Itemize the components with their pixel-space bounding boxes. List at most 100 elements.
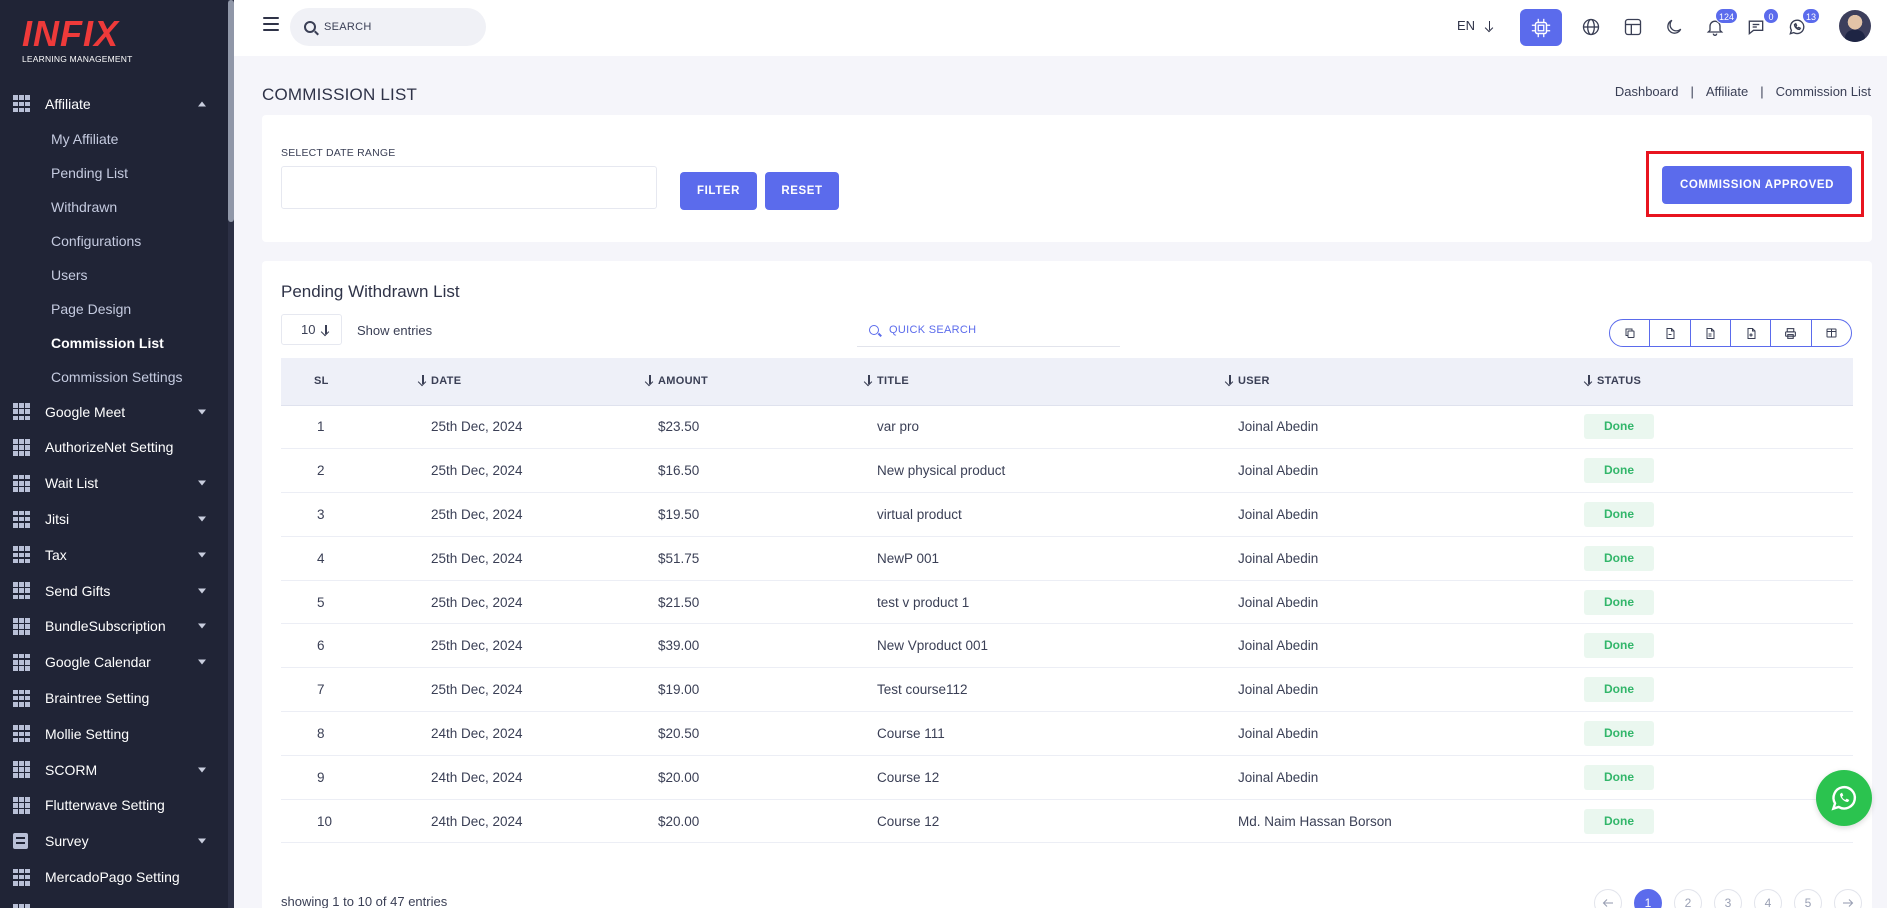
cell-status: Done [1584, 668, 1853, 712]
sidebar-item-braintree-setting[interactable]: Braintree Setting [0, 680, 228, 716]
sidebar-subitem-my-affiliate[interactable]: My Affiliate [0, 122, 228, 156]
grid-icon [13, 653, 30, 671]
sidebar-subitem-page-design[interactable]: Page Design [0, 292, 228, 326]
chat-icon[interactable]: 0 [1739, 8, 1779, 44]
print-icon[interactable] [1771, 320, 1812, 346]
columns-icon[interactable] [1812, 320, 1851, 346]
cell-user: Joinal Abedin [1238, 419, 1319, 435]
sidebar-subitem-users[interactable]: Users [0, 258, 228, 292]
sidebar-item-authorizenet-setting[interactable]: AuthorizeNet Setting [0, 430, 228, 466]
logo[interactable]: INFIX LEARNING MANAGEMENT [22, 16, 142, 65]
next-page-button[interactable] [1834, 889, 1862, 908]
breadcrumb-separator: | [1690, 84, 1694, 99]
grid-icon [13, 796, 30, 814]
table-row[interactable]: 6 25th Dec, 2024 $39.00 New Vproduct 001 Joi… [281, 624, 1853, 668]
table-row[interactable]: 2 25th Dec, 2024 $16.50 New physical produc… [281, 449, 1853, 493]
table-row[interactable]: 8 24th Dec, 2024 $20.50 Course 111 Joinal Ab… [281, 712, 1853, 756]
prev-page-button[interactable] [1594, 889, 1622, 908]
column-header-status[interactable]: STATUS [1584, 358, 1853, 406]
whatsapp-chat-button[interactable] [1816, 770, 1872, 826]
sidebar-item-google-meet[interactable]: Google Meet [0, 394, 228, 430]
quick-search-input[interactable]: QUICK SEARCH [857, 313, 1120, 347]
bell-icon[interactable]: 124 [1698, 8, 1738, 44]
sort-icon [1584, 375, 1593, 385]
whatsapp-icon[interactable]: 13 [1780, 8, 1820, 44]
menu-icon[interactable] [263, 17, 279, 31]
table-row[interactable]: 10 24th Dec, 2024 $20.00 Course 12 Md. Naim … [281, 799, 1853, 843]
page-button-4[interactable]: 4 [1754, 889, 1782, 908]
avatar[interactable] [1839, 10, 1871, 42]
page-button-5[interactable]: 5 [1794, 889, 1822, 908]
sidebar-item-jitsi[interactable]: Jitsi [0, 501, 228, 537]
breadcrumb-affiliate[interactable]: Affiliate [1706, 84, 1748, 99]
cell-sl: 7 [317, 682, 325, 698]
globe-icon[interactable] [1574, 10, 1608, 44]
sort-icon [418, 375, 427, 385]
cell-user: Joinal Abedin [1238, 594, 1319, 610]
cell-status: Done [1584, 755, 1853, 799]
filter-button[interactable]: FILTER [680, 172, 757, 210]
table-row[interactable]: 7 25th Dec, 2024 $19.00 Test course112 Joina… [281, 668, 1853, 712]
pdf-icon[interactable] [1731, 320, 1772, 346]
grid-icon [13, 761, 30, 779]
table-row[interactable]: 5 25th Dec, 2024 $21.50 test v product 1 Joi… [281, 580, 1853, 624]
column-header-amount[interactable]: AMOUNT [603, 358, 822, 406]
cell-status: Done [1584, 799, 1853, 843]
copy-icon[interactable] [1610, 320, 1651, 346]
search-icon [869, 324, 879, 335]
sidebar-item-label: BundleSubscription [45, 618, 166, 635]
commission-approved-button[interactable]: COMMISSION APPROVED [1662, 166, 1852, 204]
chevron-down-icon [198, 623, 206, 629]
sidebar-subitem-pending-list[interactable]: Pending List [0, 156, 228, 190]
sidebar-item-flutterwave-setting[interactable]: Flutterwave Setting [0, 788, 228, 824]
sidebar-item-skill-and-pathway[interactable]: Skill And Pathway [0, 895, 228, 908]
date-range-input[interactable] [281, 166, 657, 209]
sidebar-item-survey[interactable]: Survey [0, 823, 228, 859]
cell-status: Done [1584, 536, 1853, 580]
table-row[interactable]: 3 25th Dec, 2024 $19.50 virtual product Join… [281, 493, 1853, 537]
sidebar-item-bundlesubscription[interactable]: BundleSubscription [0, 609, 228, 645]
quick-search-placeholder: QUICK SEARCH [889, 323, 977, 336]
cell-date: 25th Dec, 2024 [431, 682, 523, 698]
cell-amount: $20.00 [658, 813, 700, 829]
csv-icon[interactable] [1650, 320, 1691, 346]
column-header-user[interactable]: USER [1184, 358, 1584, 406]
chip-icon[interactable] [1520, 9, 1562, 46]
sidebar-item-scorm[interactable]: SCORM [0, 752, 228, 788]
page-button-1[interactable]: 1 [1634, 889, 1662, 908]
page-button-3[interactable]: 3 [1714, 889, 1742, 908]
page-size-select[interactable]: 10 [281, 314, 342, 345]
table-row[interactable]: 4 25th Dec, 2024 $51.75 NewP 001 Joinal Abed… [281, 536, 1853, 581]
page-button-2[interactable]: 2 [1674, 889, 1702, 908]
sidebar-item-tax[interactable]: Tax [0, 537, 228, 573]
table-row[interactable]: 1 25th Dec, 2024 $23.50 var pro Joinal Abedi… [281, 405, 1853, 449]
column-header-date[interactable]: DATE [351, 358, 603, 406]
cell-user: Md. Naim Hassan Borson [1238, 813, 1392, 829]
list-card: Pending Withdrawn List 10 Show entries Q… [262, 261, 1872, 908]
moon-icon[interactable] [1657, 10, 1691, 44]
sidebar-subitem-commission-list[interactable]: Commission List [0, 326, 228, 360]
logo-subtitle: LEARNING MANAGEMENT [22, 54, 133, 64]
sidebar-item-mercadopago-setting[interactable]: MercadoPago Setting [0, 859, 228, 895]
sidebar-item-google-calendar[interactable]: Google Calendar [0, 644, 228, 680]
language-selector[interactable]: EN [1457, 18, 1494, 33]
column-header-title[interactable]: TITLE [822, 358, 1184, 406]
sidebar-item-send-gifts[interactable]: Send Gifts [0, 573, 228, 609]
search-input[interactable]: SEARCH [290, 8, 486, 46]
sidebar-item-wait-list[interactable]: Wait List [0, 465, 228, 501]
cell-sl: 6 [317, 638, 325, 654]
sidebar-subitem-commission-settings[interactable]: Commission Settings [0, 360, 228, 394]
sidebar-scrollbar[interactable] [228, 0, 234, 908]
grid-icon [13, 904, 30, 908]
column-header-sl[interactable]: SL [281, 358, 351, 406]
notification-badge: 124 [1714, 8, 1738, 24]
sidebar-subitem-configurations[interactable]: Configurations [0, 224, 228, 258]
layout-icon[interactable] [1616, 10, 1650, 44]
breadcrumb-dashboard[interactable]: Dashboard [1615, 84, 1679, 99]
sidebar-item-affiliate[interactable]: Affiliate [0, 86, 228, 122]
reset-button[interactable]: RESET [765, 172, 839, 210]
table-row[interactable]: 9 24th Dec, 2024 $20.00 Course 12 Joinal Abe… [281, 755, 1853, 800]
sidebar-item-mollie-setting[interactable]: Mollie Setting [0, 716, 228, 752]
excel-icon[interactable] [1691, 320, 1731, 346]
sidebar-subitem-withdrawn[interactable]: Withdrawn [0, 190, 228, 224]
